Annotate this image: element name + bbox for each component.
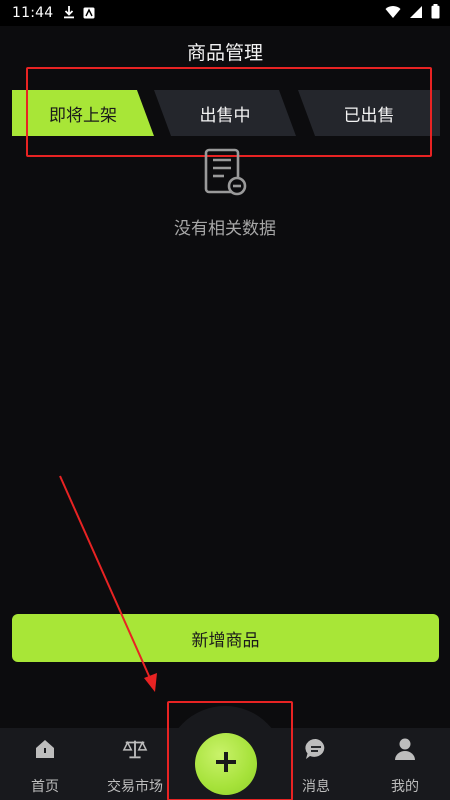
signal-icon [409,4,423,23]
nav-label: 消息 [302,779,330,795]
tab-bar: 即将上架 出售中 已出售 [0,90,450,136]
empty-document-icon [202,148,248,198]
wifi-icon [385,4,401,23]
chat-icon [303,736,329,762]
tab-upcoming[interactable]: 即将上架 [12,90,154,136]
nav-label: 交易市场 [107,779,163,795]
home-icon [32,736,58,762]
add-fab-button[interactable] [195,733,257,795]
tab-label: 出售中 [199,105,251,126]
tab-label: 即将上架 [49,105,117,126]
empty-state-text: 没有相关数据 [174,219,276,239]
status-time: 11:44 [12,5,54,21]
nav-item-home[interactable]: 首页 [5,736,85,796]
tab-on-sale[interactable]: 出售中 [154,90,296,136]
nav-item-market[interactable]: 交易市场 [95,736,175,796]
page-title: 商品管理 [186,42,263,64]
add-product-label: 新增商品 [191,630,260,651]
status-bar: 11:44 [0,0,450,26]
scale-icon [122,736,148,762]
screen: 11:44 商品管理 即将上架 出售中 已出售 没有相关数据 新增商品 首页 交… [0,0,450,800]
status-system-icons [385,4,440,23]
download-icon [63,4,75,23]
nav-label: 首页 [31,779,59,795]
add-product-button[interactable]: 新增商品 [12,614,439,662]
nav-item-messages[interactable]: 消息 [276,736,356,796]
plus-icon [215,751,237,777]
user-icon [392,736,418,762]
nav-item-profile[interactable]: 我的 [365,736,445,796]
status-notifications [63,4,95,23]
app-notification-icon [83,4,95,23]
tab-label: 已出售 [343,105,395,126]
tab-sold[interactable]: 已出售 [298,90,440,136]
battery-icon [431,4,440,23]
nav-label: 我的 [391,779,419,795]
